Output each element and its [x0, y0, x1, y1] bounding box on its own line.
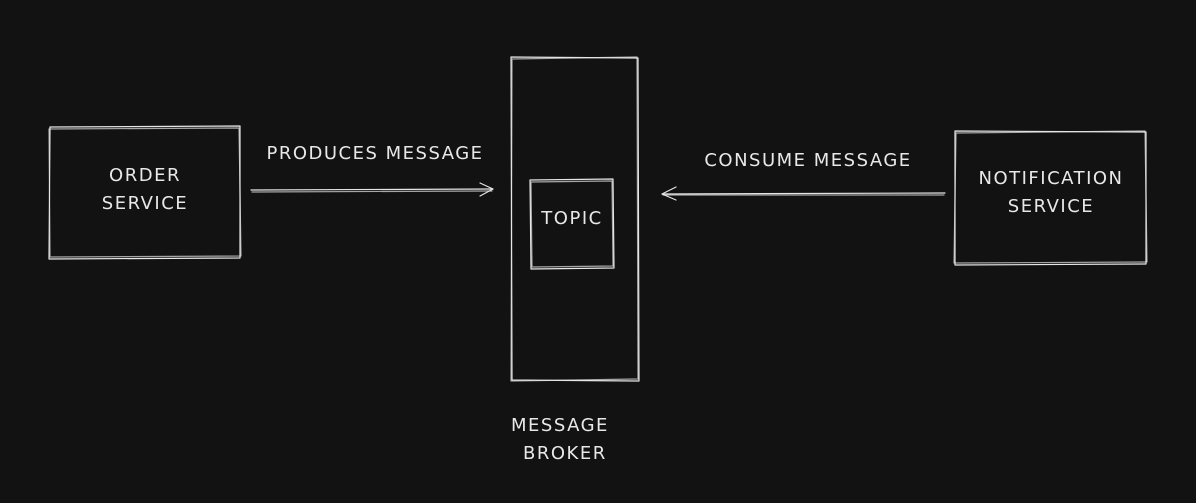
produces-arrow: [250, 182, 494, 197]
notification-service-line2: SERVICE: [1007, 196, 1095, 217]
broker-caption-line1: MESSAGE: [511, 415, 609, 436]
produces-message-label: PRODUCES MESSAGE: [266, 143, 484, 164]
order-service-line1: ORDER: [109, 165, 181, 186]
notification-service-line1: NOTIFICATION: [978, 168, 1124, 189]
consume-message-label: CONSUME MESSAGE: [704, 150, 912, 171]
topic-label: TOPIC: [541, 208, 603, 229]
consume-arrow: [661, 186, 946, 201]
order-service-label: ORDER SERVICE: [79, 162, 211, 218]
diagram-canvas: ORDER SERVICE PRODUCES MESSAGE TOPIC CON…: [0, 0, 1196, 503]
order-service-line2: SERVICE: [101, 193, 189, 214]
message-broker-caption: MESSAGE BROKER: [505, 412, 631, 468]
notification-service-label: NOTIFICATION SERVICE: [960, 165, 1142, 221]
broker-caption-line2: BROKER: [523, 443, 607, 464]
